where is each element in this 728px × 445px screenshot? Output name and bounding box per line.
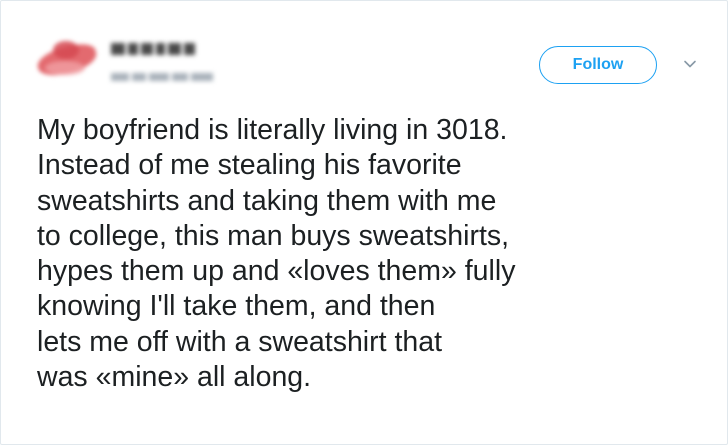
tweet-text-line: sweatshirts and taking them with me xyxy=(37,184,497,217)
tweet-text-line: was «mine» all along. xyxy=(37,361,312,394)
follow-button[interactable]: Follow xyxy=(539,46,657,84)
tweet-text-line: hypes them up and «loves them» fully xyxy=(37,255,516,288)
tweet-text-line: Instead of me stealing his favorite xyxy=(37,149,462,182)
handle-blurred[interactable] xyxy=(111,73,223,83)
tweet-text-line: to college, this man buys sweatshirts, xyxy=(37,219,510,252)
tweet-text: My boyfriend is literally living in 3018… xyxy=(37,113,707,395)
tweet-header: Follow xyxy=(1,1,727,111)
tweet-text-line: My boyfriend is literally living in 3018… xyxy=(37,114,508,146)
display-name-blurred[interactable] xyxy=(111,43,211,57)
avatar[interactable] xyxy=(31,37,105,83)
chevron-down-icon[interactable] xyxy=(682,56,698,72)
tweet-text-line: lets me off with a sweatshirt that xyxy=(37,325,442,358)
tweet-text-line: knowing I'll take them, and then xyxy=(37,290,436,323)
tweet-card: Follow My boyfriend is literally living … xyxy=(0,0,728,445)
